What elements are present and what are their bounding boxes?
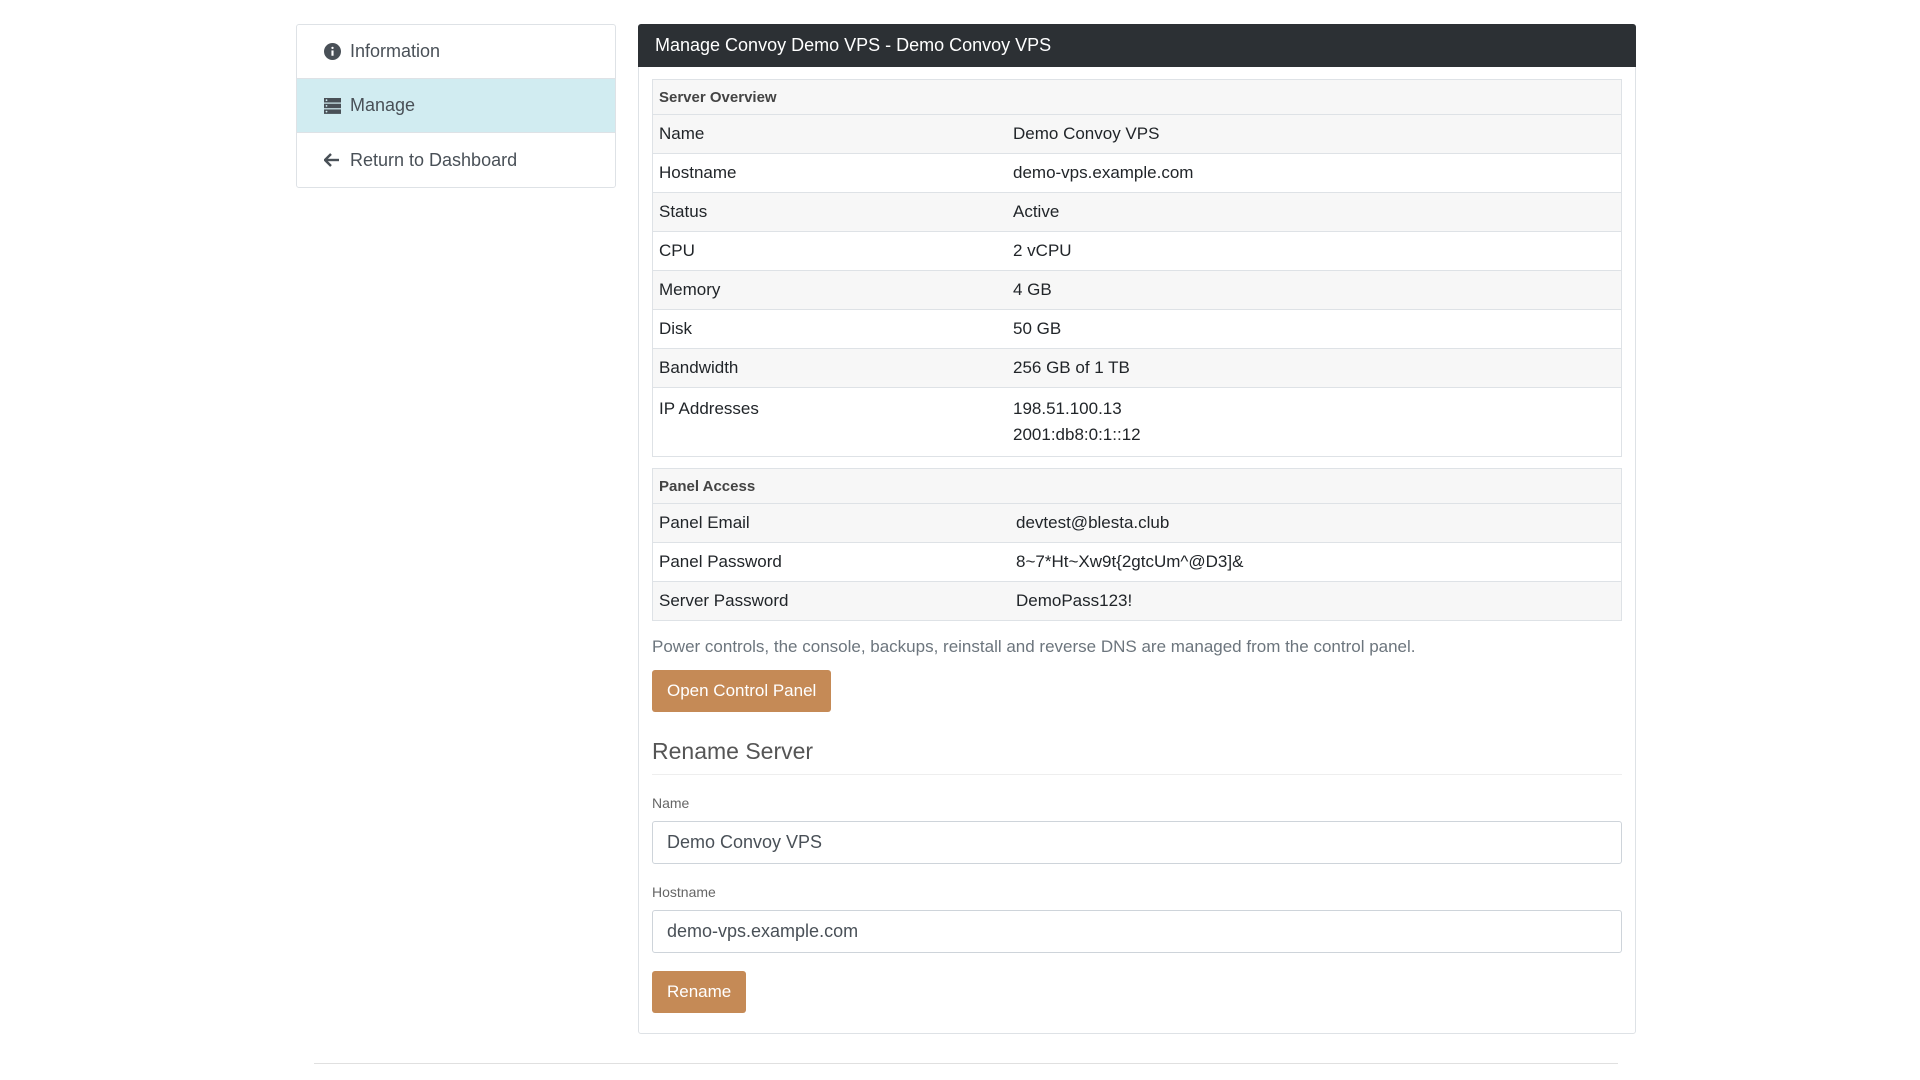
table-row: CPU 2 vCPU bbox=[652, 231, 1622, 271]
hostname-field-label: Hostname bbox=[652, 884, 716, 900]
row-label: Panel Email bbox=[652, 503, 1010, 543]
row-value: 256 GB of 1 TB bbox=[1007, 348, 1622, 388]
table-row: IP Addresses 198.51.100.13 2001:db8:0:1:… bbox=[652, 387, 1622, 457]
ip-address: 198.51.100.13 bbox=[1013, 399, 1122, 418]
panel-title: Manage Convoy Demo VPS - Demo Convoy VPS bbox=[638, 24, 1636, 67]
table-row: Panel Password 8~7*Ht~Xw9t{2gtcUm^@D3]& bbox=[652, 542, 1622, 582]
sidebar-item-label: Manage bbox=[350, 95, 416, 115]
row-label: Memory bbox=[652, 270, 1007, 310]
row-value: demo-vps.example.com bbox=[1007, 153, 1622, 193]
row-value: DemoPass123! bbox=[1010, 581, 1622, 621]
server-overview-heading: Server Overview bbox=[652, 79, 1622, 115]
row-label: Hostname bbox=[652, 153, 1007, 193]
rename-button[interactable]: Rename bbox=[652, 971, 747, 1013]
row-value: 8~7*Ht~Xw9t{2gtcUm^@D3]& bbox=[1010, 542, 1622, 582]
row-value: 50 GB bbox=[1007, 309, 1622, 349]
open-control-panel-button[interactable]: Open Control Panel bbox=[652, 670, 832, 712]
table-row: Status Active bbox=[652, 192, 1622, 232]
sidebar-nav: Information Manage Return to Dashboard bbox=[296, 24, 616, 188]
row-value: Demo Convoy VPS bbox=[1007, 114, 1622, 154]
table-row: Panel Email devtest@blesta.club bbox=[652, 503, 1622, 543]
sidebar-item-information[interactable]: Information bbox=[297, 25, 615, 79]
ip-addresses-value: 198.51.100.13 2001:db8:0:1::12 bbox=[1007, 387, 1622, 457]
row-value: 2 vCPU bbox=[1007, 231, 1622, 271]
row-label: CPU bbox=[652, 231, 1007, 271]
arrow-left-icon bbox=[323, 151, 341, 169]
table-row: Name Demo Convoy VPS bbox=[652, 114, 1622, 154]
control-panel-note: Power controls, the console, backups, re… bbox=[652, 637, 1416, 656]
row-value: Active bbox=[1007, 192, 1622, 232]
sidebar-item-label: Information bbox=[350, 41, 441, 61]
server-overview-table: Server Overview Name Demo Convoy VPS Host… bbox=[652, 79, 1622, 457]
row-label: Name bbox=[652, 114, 1007, 154]
sidebar-item-label: Return to Dashboard bbox=[350, 149, 518, 170]
footer-divider bbox=[314, 1063, 1618, 1064]
hostname-field[interactable] bbox=[652, 910, 1622, 953]
row-label: Panel Password bbox=[652, 542, 1010, 582]
row-value: devtest@blesta.club bbox=[1010, 503, 1622, 543]
row-label: IP Addresses bbox=[652, 387, 1007, 457]
sidebar-item-manage[interactable]: Manage bbox=[297, 79, 615, 133]
table-row: Memory 4 GB bbox=[652, 270, 1622, 310]
sidebar-item-return-dashboard[interactable]: Return to Dashboard bbox=[297, 133, 615, 187]
ip-address: 2001:db8:0:1::12 bbox=[1013, 425, 1141, 444]
info-circle-icon bbox=[323, 43, 341, 61]
row-label: Disk bbox=[652, 309, 1007, 349]
manage-panel: Manage Convoy Demo VPS - Demo Convoy VPS… bbox=[638, 24, 1636, 1034]
row-value: 4 GB bbox=[1007, 270, 1622, 310]
rename-server-heading: Rename Server bbox=[652, 738, 1622, 775]
row-label: Status bbox=[652, 192, 1007, 232]
name-field-label: Name bbox=[652, 795, 690, 811]
panel-access-heading: Panel Access bbox=[652, 468, 1622, 504]
table-row: Disk 50 GB bbox=[652, 309, 1622, 349]
row-label: Bandwidth bbox=[652, 348, 1007, 388]
row-label: Server Password bbox=[652, 581, 1010, 621]
table-row: Bandwidth 256 GB of 1 TB bbox=[652, 348, 1622, 388]
server-icon bbox=[323, 97, 341, 115]
name-field[interactable] bbox=[652, 821, 1622, 864]
panel-access-table: Panel Access Panel Email devtest@blesta.c… bbox=[652, 468, 1622, 621]
table-row: Hostname demo-vps.example.com bbox=[652, 153, 1622, 193]
table-row: Server Password DemoPass123! bbox=[652, 581, 1622, 621]
